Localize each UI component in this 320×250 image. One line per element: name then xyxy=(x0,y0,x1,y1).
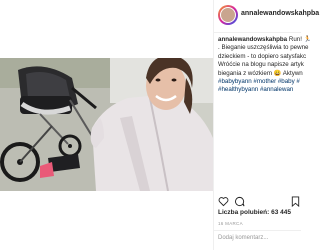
post-caption: annalewandowskahpba Run! 🏃 . Bieganie us… xyxy=(218,36,311,95)
post-photo[interactable] xyxy=(0,58,213,191)
caption-line-3: dzieckiem - to dopiero satysfakc xyxy=(218,52,307,60)
likes-count[interactable]: Liczba polubień: 63 445 xyxy=(218,209,291,216)
caption-hashtags[interactable]: #healthybyann #annalewan xyxy=(218,86,308,94)
post-actions xyxy=(218,194,302,208)
caption-line-5: biegania z wózkiem 😀 Aktywn xyxy=(218,69,303,77)
caption-username[interactable]: annalewandowskahpba xyxy=(218,36,287,43)
comment-input[interactable]: Dodaj komentarz... xyxy=(218,235,268,241)
caption-line-2: . Bieganie uszczęśliwia to pewne xyxy=(218,44,309,52)
caption-line-6[interactable]: #babybyann #mother #baby # xyxy=(218,78,308,86)
post-sidebar: annalewandowskahpba annalewandowskahpba … xyxy=(213,0,319,250)
post-date: 16 MARCA xyxy=(218,221,243,226)
caption-line-4: Wróćcie na blogu napisze artyk xyxy=(218,61,304,69)
username-link[interactable]: annalewandowskahpba xyxy=(241,10,319,17)
caption-line-1: Run! 🏃 xyxy=(288,36,312,43)
post-header: annalewandowskahpba xyxy=(214,0,319,33)
comment-icon[interactable] xyxy=(234,194,245,207)
divider xyxy=(214,230,301,231)
bookmark-icon[interactable] xyxy=(290,194,301,208)
avatar[interactable] xyxy=(218,5,238,25)
heart-icon[interactable] xyxy=(218,194,229,207)
